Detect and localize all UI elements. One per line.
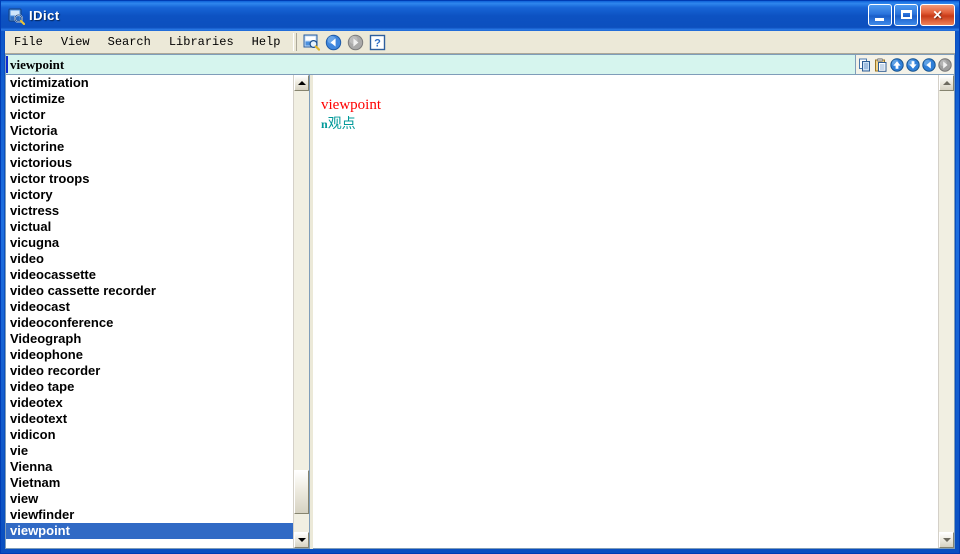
definition-content: viewpoint n观点 <box>313 75 938 548</box>
paste-icon[interactable] <box>873 56 889 73</box>
arrow-up-icon <box>942 81 951 85</box>
word-list-scroll-track[interactable] <box>294 91 309 532</box>
word-list-item[interactable]: videocassette <box>6 267 293 283</box>
maximize-icon <box>901 10 912 19</box>
dictionary-book-icon <box>7 7 26 26</box>
menu-search[interactable]: Search <box>99 33 160 51</box>
word-list-item[interactable]: videocast <box>6 299 293 315</box>
minimize-button[interactable] <box>868 4 892 26</box>
minimize-icon <box>875 18 884 21</box>
word-list-item[interactable]: viewfinder <box>6 507 293 523</box>
search-bar <box>5 54 955 75</box>
forward-arrow-icon[interactable] <box>347 34 364 51</box>
svg-text:?: ? <box>375 37 382 49</box>
word-list-scrollbar[interactable] <box>293 75 309 548</box>
maximize-button[interactable] <box>894 4 918 26</box>
window-title: IDict <box>29 8 60 23</box>
word-list-scroll-down-button[interactable] <box>294 532 309 548</box>
scroll-down-icon[interactable] <box>905 56 921 73</box>
history-back-icon[interactable] <box>921 56 937 73</box>
menu-file[interactable]: File <box>5 33 52 51</box>
word-list-item-selected[interactable]: viewpoint <box>6 523 293 539</box>
text-caret <box>6 56 8 73</box>
search-dictionary-icon[interactable] <box>303 34 321 51</box>
arrow-up-icon <box>297 81 306 85</box>
word-list-item[interactable]: victress <box>6 203 293 219</box>
menu-bar: File View Search Libraries Help ? <box>5 31 955 54</box>
word-list-item[interactable]: victor troops <box>6 171 293 187</box>
word-list-item[interactable]: victimization <box>6 75 293 91</box>
toolbar: ? <box>303 34 386 51</box>
word-list-item[interactable]: videoconference <box>6 315 293 331</box>
menu-libraries[interactable]: Libraries <box>160 33 243 51</box>
arrow-down-icon <box>297 538 306 542</box>
word-list-item[interactable]: victor <box>6 107 293 123</box>
definition-meaning: 观点 <box>327 117 356 132</box>
application-window: IDict ✕ File View Search Libraries Help <box>0 0 960 554</box>
content-panes: victimization victimize victor Victoria vict… <box>5 75 955 549</box>
definition-meaning-line: n观点 <box>321 115 938 134</box>
word-list-item[interactable]: Victoria <box>6 123 293 139</box>
definition-scrollbar[interactable] <box>938 75 954 548</box>
word-list-item[interactable]: victory <box>6 187 293 203</box>
menu-help[interactable]: Help <box>243 33 290 51</box>
definition-headword: viewpoint <box>321 97 381 113</box>
part-of-speech: n <box>321 117 328 131</box>
word-list-item[interactable]: Vietnam <box>6 475 293 491</box>
word-list-item[interactable]: view <box>6 491 293 507</box>
word-list-item[interactable]: video recorder <box>6 363 293 379</box>
close-icon: ✕ <box>932 8 943 22</box>
word-list-item[interactable]: victorine <box>6 139 293 155</box>
toolbar-separator <box>293 33 298 51</box>
back-arrow-icon[interactable] <box>325 34 342 51</box>
definition-scroll-up-button[interactable] <box>939 75 954 91</box>
menu-view[interactable]: View <box>52 33 99 51</box>
definition-scroll-down-button[interactable] <box>939 532 954 548</box>
arrow-down-icon <box>942 538 951 542</box>
client-area: File View Search Libraries Help ? viewpo… <box>4 31 956 550</box>
word-list-scroll-up-button[interactable] <box>294 75 309 91</box>
word-list-item[interactable]: video cassette recorder <box>6 283 293 299</box>
search-input[interactable] <box>6 56 855 73</box>
word-list-item[interactable]: videotex <box>6 395 293 411</box>
word-list-item[interactable]: victual <box>6 219 293 235</box>
close-button[interactable]: ✕ <box>920 4 955 26</box>
search-action-buttons <box>855 54 955 75</box>
word-list-item[interactable]: videophone <box>6 347 293 363</box>
definition-scroll-track[interactable] <box>939 91 954 532</box>
word-list-item[interactable]: vie <box>6 443 293 459</box>
word-list-item[interactable]: videotext <box>6 411 293 427</box>
word-list-item[interactable]: vicugna <box>6 235 293 251</box>
history-forward-icon[interactable] <box>937 56 953 73</box>
word-list-item[interactable]: Vienna <box>6 459 293 475</box>
word-list-item[interactable]: victorious <box>6 155 293 171</box>
window-controls: ✕ <box>868 4 955 26</box>
word-list-item[interactable]: video tape <box>6 379 293 395</box>
title-bar[interactable]: IDict ✕ <box>1 1 959 31</box>
word-list-item[interactable]: Videograph <box>6 331 293 347</box>
word-list[interactable]: victimization victimize victor Victoria vict… <box>6 75 293 548</box>
scroll-up-icon[interactable] <box>889 56 905 73</box>
word-list-item[interactable]: victimize <box>6 91 293 107</box>
definition-pane: viewpoint n观点 <box>313 75 955 549</box>
help-question-icon[interactable]: ? <box>369 34 386 51</box>
word-list-item[interactable]: vidicon <box>6 427 293 443</box>
word-list-scroll-thumb[interactable] <box>294 470 309 515</box>
word-list-item[interactable]: video <box>6 251 293 267</box>
copy-icon[interactable] <box>857 56 873 73</box>
search-field-wrapper[interactable] <box>5 54 855 75</box>
word-list-pane: victimization victimize victor Victoria vict… <box>5 75 310 549</box>
